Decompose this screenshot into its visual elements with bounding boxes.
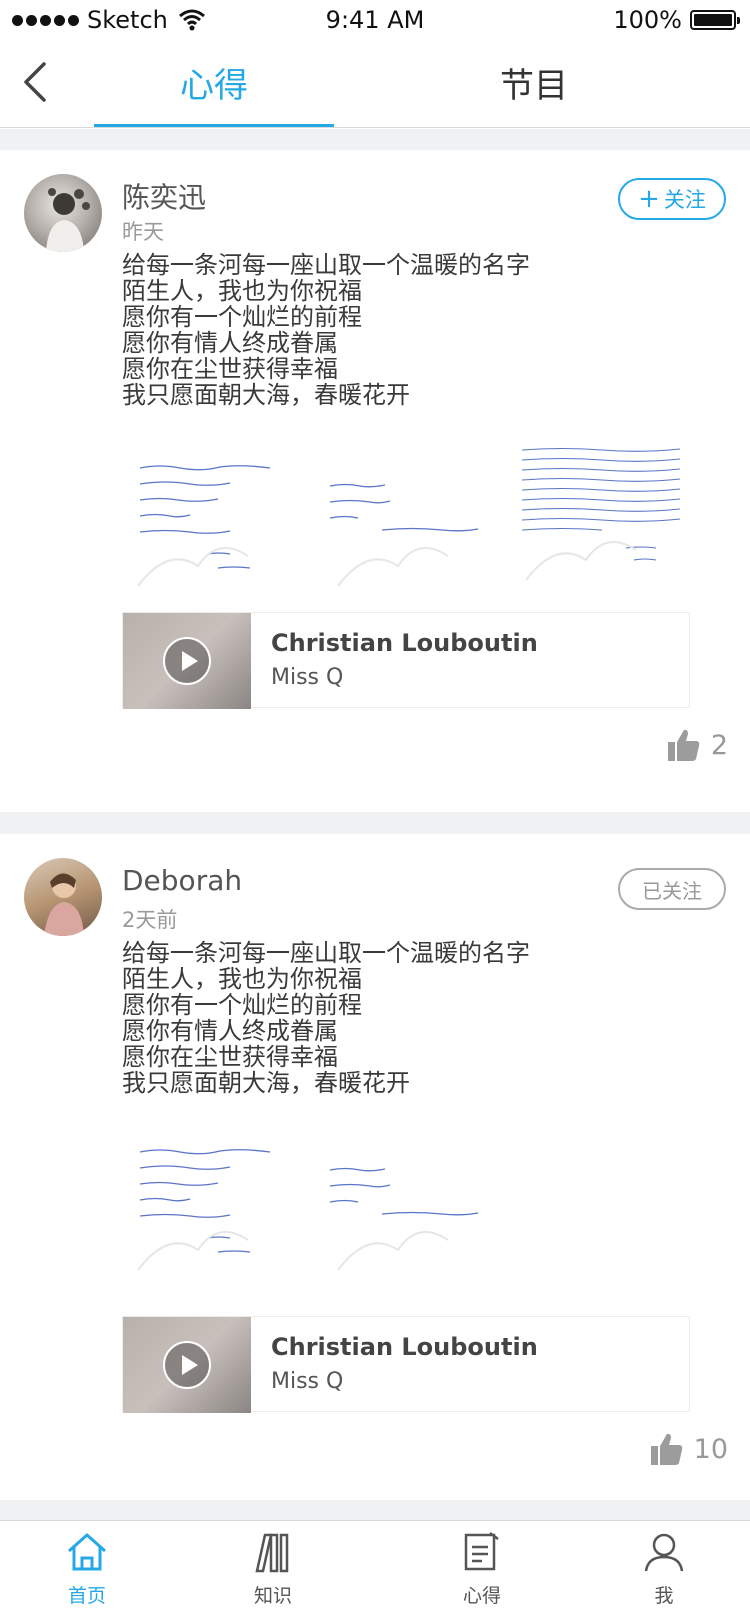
handwritten-note-image[interactable] bbox=[128, 1130, 308, 1280]
play-icon[interactable] bbox=[163, 1341, 211, 1389]
media-subtitle: Miss Q bbox=[271, 665, 344, 690]
battery-icon bbox=[690, 10, 740, 30]
tab-xinde[interactable]: 心得 bbox=[94, 58, 334, 107]
post-line: 愿你有情人终成眷属 bbox=[122, 329, 338, 357]
post-line: 给每一条河每一座山取一个温暖的名字 bbox=[122, 251, 530, 279]
post-divider bbox=[0, 812, 750, 834]
media-card[interactable]: Christian Louboutin Miss Q bbox=[122, 612, 690, 709]
post-line: 愿你在尘世获得幸福 bbox=[122, 355, 338, 383]
tabbar-item-home[interactable]: 首页 bbox=[27, 1531, 147, 1608]
tabbar-item-notes[interactable]: 心得 bbox=[422, 1531, 542, 1608]
username[interactable]: 陈奕迅 bbox=[122, 176, 206, 216]
follow-label: 关注 bbox=[663, 188, 706, 212]
media-title: Christian Louboutin bbox=[271, 629, 538, 657]
post-card: 陈奕迅 昨天 + 关注 给每一条河每一座山取一个温暖的名字 陌生人，我也为你祝福… bbox=[0, 150, 750, 812]
avatar-figure bbox=[44, 873, 84, 936]
like-button[interactable]: 10 bbox=[650, 1432, 728, 1466]
followed-button[interactable]: 已关注 bbox=[618, 868, 726, 910]
post-line: 愿你有情人终成眷属 bbox=[122, 1017, 338, 1045]
tabbar-label: 心得 bbox=[462, 1585, 501, 1607]
media-thumbnail bbox=[123, 613, 251, 709]
thumbs-up-icon bbox=[667, 729, 700, 761]
like-count: 10 bbox=[693, 1433, 728, 1465]
avatar-figure bbox=[46, 188, 90, 252]
like-count: 2 bbox=[710, 729, 728, 761]
media-thumbnail bbox=[123, 1317, 251, 1413]
media-title: Christian Louboutin bbox=[271, 1333, 538, 1361]
follow-button[interactable]: + 关注 bbox=[618, 178, 726, 220]
post-divider bbox=[0, 1500, 750, 1520]
handwritten-note-image[interactable] bbox=[318, 446, 498, 596]
avatar[interactable] bbox=[24, 174, 102, 252]
post-time: 2天前 bbox=[122, 908, 178, 932]
post-line: 给每一条河每一座山取一个温暖的名字 bbox=[122, 939, 530, 967]
top-nav: 心得 节目 bbox=[0, 44, 750, 128]
post-text: 给每一条河每一座山取一个温暖的名字 陌生人，我也为你祝福 愿你有一个灿烂的前程 … bbox=[122, 940, 682, 1096]
avatar[interactable] bbox=[24, 858, 102, 936]
bottom-tab-bar: 首页 知识 心得 我 bbox=[0, 1520, 750, 1618]
status-bar: Sketch 9:41 AM 100% bbox=[0, 0, 750, 44]
tab-jiemu[interactable]: 节目 bbox=[414, 58, 654, 107]
handwritten-note-image[interactable] bbox=[318, 1130, 498, 1280]
tabbar-item-knowledge[interactable]: 知识 bbox=[213, 1531, 333, 1608]
battery-percent: 100% bbox=[613, 6, 682, 34]
post-line: 我只愿面朝大海，春暖花开 bbox=[122, 381, 410, 409]
tabbar-label: 知识 bbox=[253, 1585, 292, 1607]
tabbar-item-me[interactable]: 我 bbox=[604, 1531, 724, 1608]
post-line: 我只愿面朝大海，春暖花开 bbox=[122, 1069, 410, 1097]
active-tab-indicator bbox=[94, 124, 334, 127]
handwritten-note-image[interactable] bbox=[128, 446, 308, 596]
post-card: Deborah 2天前 已关注 给每一条河每一座山取一个温暖的名字 陌生人，我也… bbox=[0, 834, 750, 1500]
post-text: 给每一条河每一座山取一个温暖的名字 陌生人，我也为你祝福 愿你有一个灿烂的前程 … bbox=[122, 252, 682, 408]
tabbar-label: 首页 bbox=[67, 1585, 106, 1607]
post-line: 愿你有一个灿烂的前程 bbox=[122, 303, 362, 331]
note-edit-icon bbox=[464, 1532, 499, 1571]
post-line: 愿你在尘世获得幸福 bbox=[122, 1043, 338, 1071]
post-line: 愿你有一个灿烂的前程 bbox=[122, 991, 362, 1019]
post-line: 陌生人，我也为你祝福 bbox=[122, 277, 362, 305]
person-icon bbox=[644, 1533, 684, 1572]
back-chevron-icon[interactable] bbox=[18, 58, 58, 106]
media-subtitle: Miss Q bbox=[271, 1369, 344, 1394]
post-line: 陌生人，我也为你祝福 bbox=[122, 965, 362, 993]
section-divider bbox=[0, 129, 750, 150]
media-card[interactable]: Christian Louboutin Miss Q bbox=[122, 1316, 690, 1413]
tabbar-label: 我 bbox=[654, 1585, 674, 1607]
plus-icon: + bbox=[638, 184, 660, 214]
like-button[interactable]: 2 bbox=[667, 728, 728, 762]
handwritten-note-image[interactable] bbox=[516, 440, 686, 590]
username[interactable]: Deborah bbox=[122, 864, 242, 897]
thumbs-up-icon bbox=[650, 1433, 682, 1465]
books-icon bbox=[255, 1533, 289, 1573]
play-icon[interactable] bbox=[163, 637, 211, 685]
home-icon bbox=[68, 1533, 106, 1571]
status-right: 100% bbox=[613, 6, 740, 34]
post-time: 昨天 bbox=[122, 220, 164, 244]
